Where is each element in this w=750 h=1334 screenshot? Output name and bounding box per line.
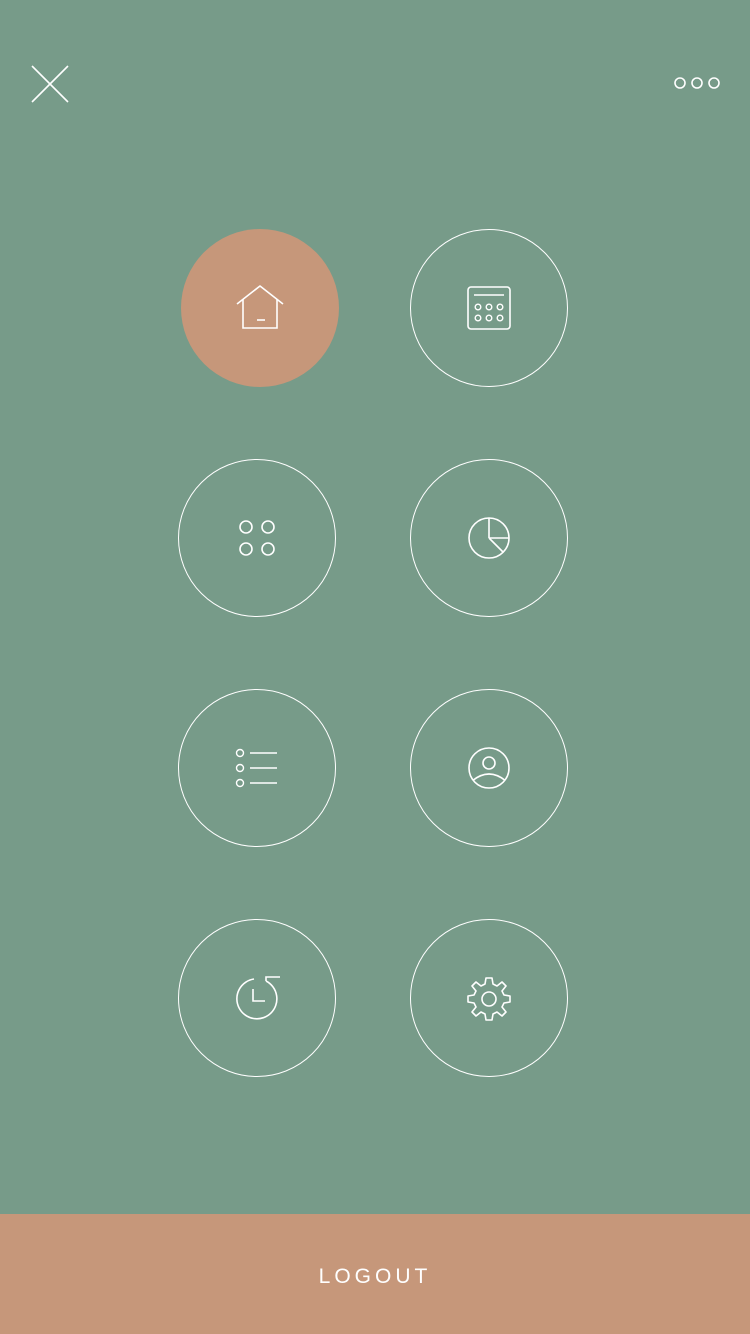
pie-chart-icon	[468, 517, 510, 559]
menu-item-calendar[interactable]	[410, 229, 568, 387]
gear-icon	[467, 977, 511, 1021]
close-button[interactable]	[28, 62, 72, 106]
list-icon	[235, 748, 277, 788]
menu-item-profile[interactable]	[410, 689, 568, 847]
apps-grid-icon	[239, 520, 275, 556]
menu-item-list[interactable]	[178, 689, 336, 847]
close-icon	[31, 65, 69, 103]
menu-item-apps[interactable]	[178, 459, 336, 617]
calendar-icon	[467, 286, 511, 330]
menu-item-home[interactable]	[181, 229, 339, 387]
user-profile-icon	[468, 747, 510, 789]
logout-label: LOGOUT	[318, 1265, 432, 1288]
home-icon	[236, 285, 284, 329]
more-options-button[interactable]	[668, 68, 724, 98]
menu-item-stats[interactable]	[410, 459, 568, 617]
menu-item-history[interactable]	[178, 919, 336, 1077]
menu-item-settings[interactable]	[410, 919, 568, 1077]
more-options-icon	[674, 77, 720, 89]
menu-screen: LOGOUT	[0, 0, 750, 1334]
history-icon	[236, 976, 280, 1020]
logout-button[interactable]: LOGOUT	[0, 1214, 750, 1334]
